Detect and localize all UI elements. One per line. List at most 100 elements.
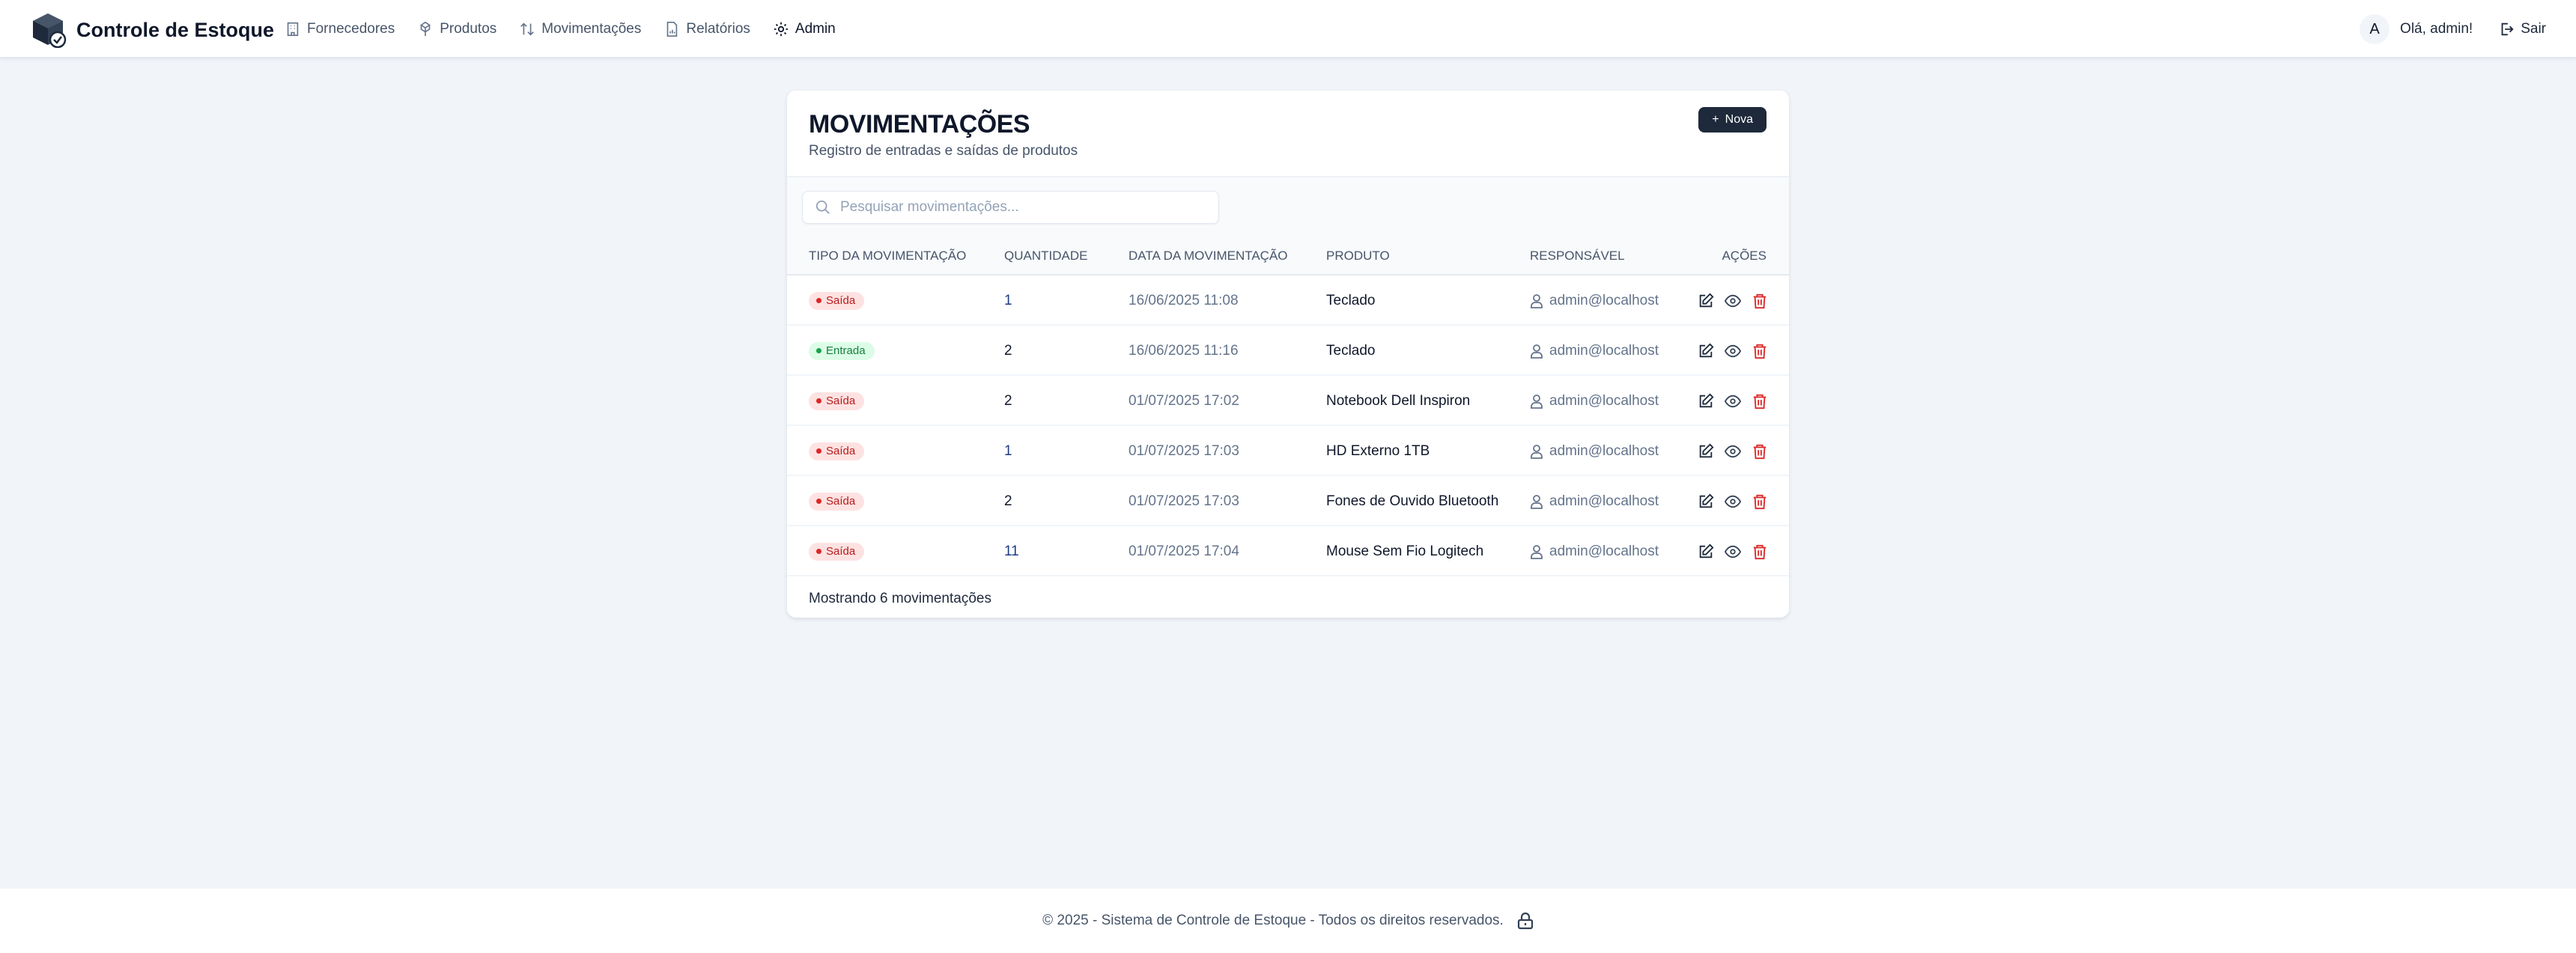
type-label: Saída [826, 445, 856, 457]
date: 01/07/2025 17:03 [1128, 493, 1239, 509]
user-greeting: Olá, admin! [2400, 21, 2473, 37]
column-header: Produto [1326, 249, 1390, 263]
column-header: Quantidade [1004, 249, 1088, 263]
responsible: admin@localhost [1549, 392, 1659, 409]
eye-icon[interactable] [1725, 393, 1741, 409]
nav-item-produtos[interactable]: Produtos [417, 21, 496, 37]
nav-item-movimentações[interactable]: Movimentações [519, 21, 641, 37]
arrows-up-down-icon [519, 21, 535, 37]
type-label: Saída [826, 495, 856, 508]
trash-icon[interactable] [1752, 544, 1768, 560]
search-box [802, 191, 1219, 224]
eye-icon[interactable] [1725, 443, 1741, 460]
table-row[interactable]: Saída 1 01/07/2025 17:03 HD Externo 1TB admi… [787, 426, 1789, 476]
table-row[interactable]: Saída 11 01/07/2025 17:04 Mouse Sem Fio Log… [787, 526, 1789, 576]
user-icon [1531, 344, 1543, 359]
navbar: Controle de Estoque Fornecedores Produtos… [0, 0, 2576, 58]
eye-icon[interactable] [1725, 343, 1741, 359]
lock-icon[interactable] [1517, 912, 1534, 930]
product: Teclado [1326, 342, 1376, 359]
date: 16/06/2025 11:08 [1128, 292, 1239, 308]
date: 01/07/2025 17:02 [1128, 392, 1239, 409]
search-icon [815, 200, 830, 214]
table-row[interactable]: Saída 2 01/07/2025 17:02 Notebook Dell Insp… [787, 376, 1789, 426]
type-badge: Saída [809, 442, 865, 460]
new-movement-button[interactable]: + Nova [1698, 107, 1767, 133]
date: 01/07/2025 17:03 [1128, 442, 1239, 459]
logout-icon [2501, 22, 2514, 36]
page-title: MOVIMENTAÇÕES [809, 110, 1030, 138]
table-row[interactable]: Entrada 2 16/06/2025 11:16 Teclado admin@loc… [787, 326, 1789, 376]
eye-icon[interactable] [1725, 544, 1741, 560]
responsible: admin@localhost [1549, 342, 1659, 359]
gear-icon [773, 21, 789, 37]
nav-item-label: Relatórios [686, 21, 750, 37]
column-header: Tipo da Movimentação [809, 249, 967, 263]
nav-item-fornecedores[interactable]: Fornecedores [285, 21, 395, 37]
type-label: Saída [826, 294, 856, 307]
type-badge: Saída [809, 291, 865, 310]
edit-icon[interactable] [1698, 493, 1714, 510]
product: Teclado [1326, 292, 1376, 308]
trash-icon[interactable] [1752, 343, 1768, 359]
page-subtitle: Registro de entradas e saídas de produto… [809, 143, 1078, 159]
type-label: Saída [826, 395, 856, 407]
plus-icon: + [1712, 113, 1719, 126]
report-icon [663, 21, 680, 37]
quantity: 2 [1004, 493, 1012, 509]
edit-icon[interactable] [1698, 293, 1714, 309]
table-row[interactable]: Saída 2 01/07/2025 17:03 Fones de Ouvido Bl… [787, 476, 1789, 526]
type-badge: Saída [809, 392, 865, 410]
avatar[interactable]: A [2360, 14, 2390, 44]
logout-label: Sair [2521, 21, 2546, 37]
quantity: 1 [1004, 442, 1012, 459]
user-icon [1531, 293, 1543, 308]
product: Mouse Sem Fio Logitech [1326, 543, 1484, 559]
product: HD Externo 1TB [1326, 442, 1430, 459]
nav-item-label: Movimentações [541, 21, 642, 37]
building-icon [285, 21, 301, 37]
edit-icon[interactable] [1698, 544, 1714, 560]
column-header: Ações [1722, 249, 1767, 263]
quantity: 11 [1004, 543, 1019, 559]
logo-box-icon [33, 13, 67, 48]
type-badge: Saída [809, 542, 865, 561]
movements-card: MOVIMENTAÇÕES Registro de entradas e saí… [787, 91, 1789, 618]
nav-item-label: Produtos [440, 21, 497, 37]
column-header: Responsável [1530, 249, 1625, 263]
responsible: admin@localhost [1549, 543, 1659, 559]
date: 01/07/2025 17:04 [1128, 543, 1239, 559]
edit-icon[interactable] [1698, 343, 1714, 359]
trash-icon[interactable] [1752, 493, 1768, 510]
type-badge: Saída [809, 492, 865, 511]
brand[interactable]: Controle de Estoque [31, 12, 274, 48]
eye-icon[interactable] [1725, 293, 1741, 309]
date: 16/06/2025 11:16 [1128, 342, 1239, 359]
new-button-label: Nova [1725, 113, 1753, 126]
responsible: admin@localhost [1549, 493, 1659, 509]
nav-item-label: Admin [795, 21, 836, 37]
package-icon [417, 21, 434, 37]
responsible: admin@localhost [1549, 442, 1659, 459]
nav-item-label: Fornecedores [307, 21, 395, 37]
trash-icon[interactable] [1752, 443, 1768, 460]
footer-text: © 2025 - Sistema de Controle de Estoque … [1042, 913, 1504, 928]
product: Notebook Dell Inspiron [1326, 392, 1471, 409]
trash-icon[interactable] [1752, 293, 1768, 309]
user-icon [1531, 394, 1543, 409]
trash-icon[interactable] [1752, 393, 1768, 409]
user-icon [1531, 494, 1543, 509]
edit-icon[interactable] [1698, 393, 1714, 409]
column-header: Data da Movimentação [1128, 249, 1288, 263]
eye-icon[interactable] [1725, 493, 1741, 510]
footer: © 2025 - Sistema de Controle de Estoque … [0, 889, 2576, 953]
logout-button[interactable]: Sair [2498, 21, 2546, 37]
edit-icon[interactable] [1698, 443, 1714, 460]
search-input[interactable] [840, 199, 1200, 216]
user-icon [1531, 544, 1543, 559]
table-row[interactable]: Saída 1 16/06/2025 11:08 Teclado admin@local… [787, 275, 1789, 326]
nav-item-relatórios[interactable]: Relatórios [663, 21, 750, 37]
nav-item-admin[interactable]: Admin [773, 21, 836, 37]
quantity: 1 [1004, 292, 1012, 308]
quantity: 2 [1004, 342, 1012, 359]
